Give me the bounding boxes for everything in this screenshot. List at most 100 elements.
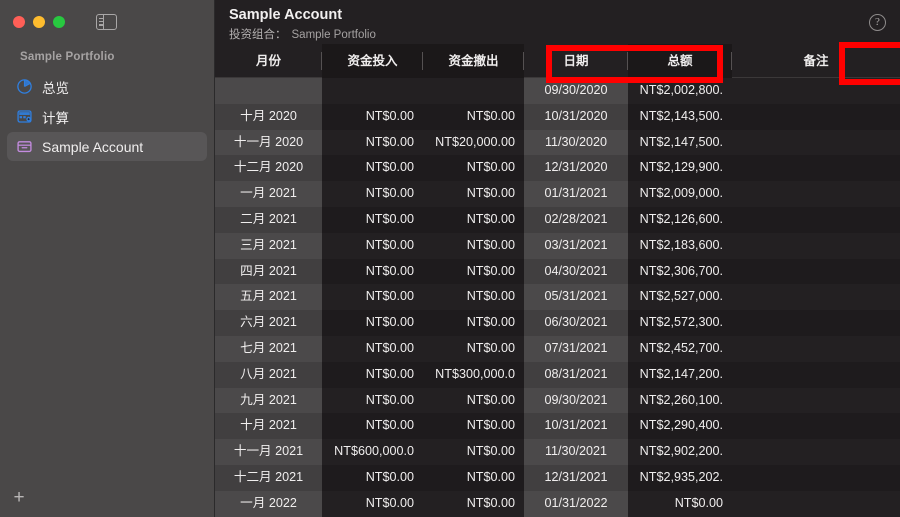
cell-in[interactable]: NT$0.00 bbox=[322, 129, 423, 156]
cell-in[interactable]: NT$0.00 bbox=[322, 310, 423, 336]
cell-date[interactable]: 04/30/2021 bbox=[524, 259, 628, 285]
table-row[interactable]: 十一月 2020 NT$0.00 NT$20,000.00 11/30/2020 NT$… bbox=[215, 129, 900, 156]
table-row[interactable]: 十二月 2020 NT$0.00 NT$0.00 12/31/2020 NT$2,129… bbox=[215, 155, 900, 182]
table-row[interactable]: 四月 2021 NT$0.00 NT$0.00 04/30/2021 NT$2,306,… bbox=[215, 258, 900, 285]
column-header-total[interactable]: 总额 bbox=[628, 43, 732, 78]
cell-in[interactable]: NT$0.00 bbox=[322, 413, 423, 440]
cell-total[interactable]: NT$2,002,800. bbox=[628, 78, 732, 104]
table-row[interactable]: 十二月 2021 NT$0.00 NT$0.00 12/31/2021 NT$2,935… bbox=[215, 464, 900, 491]
cell-total[interactable]: NT$2,902,200. bbox=[628, 439, 732, 465]
cell-date[interactable]: 12/31/2021 bbox=[524, 465, 628, 491]
cell-out[interactable]: NT$0.00 bbox=[423, 387, 524, 414]
cell-out[interactable]: NT$0.00 bbox=[423, 284, 524, 311]
table-row[interactable]: 十月 2021 NT$0.00 NT$0.00 10/31/2021 NT$2,290,… bbox=[215, 413, 900, 440]
cell-total[interactable]: NT$2,143,500. bbox=[628, 103, 732, 130]
column-header-notes[interactable]: 备注 bbox=[732, 44, 900, 78]
cell-in[interactable]: NT$0.00 bbox=[322, 335, 423, 362]
cell-notes[interactable] bbox=[732, 78, 900, 104]
cell-month[interactable] bbox=[215, 78, 322, 104]
cell-total[interactable]: NT$2,290,400. bbox=[628, 413, 732, 440]
cell-total[interactable]: NT$2,527,000. bbox=[628, 284, 732, 311]
cell-out[interactable]: NT$0.00 bbox=[423, 155, 524, 182]
cell-in[interactable]: NT$0.00 bbox=[322, 284, 423, 311]
cell-notes[interactable] bbox=[732, 439, 900, 465]
cell-date[interactable]: 09/30/2021 bbox=[524, 388, 628, 414]
cell-out[interactable]: NT$0.00 bbox=[423, 413, 524, 440]
cell-notes[interactable] bbox=[732, 103, 900, 130]
table-row[interactable]: 五月 2021 NT$0.00 NT$0.00 05/31/2021 NT$2,527,… bbox=[215, 284, 900, 311]
cell-notes[interactable] bbox=[732, 155, 900, 182]
cell-date[interactable]: 12/31/2020 bbox=[524, 155, 628, 181]
table-row[interactable]: 十月 2020 NT$0.00 NT$0.00 10/31/2020 NT$2,143,… bbox=[215, 103, 900, 130]
cell-month[interactable]: 十一月 2020 bbox=[215, 130, 322, 156]
cell-date[interactable]: 10/31/2020 bbox=[524, 104, 628, 130]
cell-out[interactable]: NT$0.00 bbox=[423, 310, 524, 336]
cell-in[interactable]: NT$0.00 bbox=[322, 206, 423, 233]
cell-total[interactable]: NT$2,147,200. bbox=[628, 361, 732, 388]
cell-date[interactable]: 11/30/2021 bbox=[524, 439, 628, 465]
cell-out[interactable] bbox=[423, 78, 524, 104]
cell-notes[interactable] bbox=[732, 335, 900, 362]
sidebar-item-overview[interactable]: 总览 bbox=[7, 72, 207, 101]
cell-notes[interactable] bbox=[732, 206, 900, 233]
cell-in[interactable]: NT$600,000.0 bbox=[322, 439, 423, 465]
cell-in[interactable]: NT$0.00 bbox=[322, 232, 423, 259]
cell-month[interactable]: 六月 2021 bbox=[215, 310, 322, 336]
table-row[interactable]: 一月 2021 NT$0.00 NT$0.00 01/31/2021 NT$2,009,… bbox=[215, 181, 900, 207]
table-row[interactable]: 三月 2021 NT$0.00 NT$0.00 03/31/2021 NT$2,183,… bbox=[215, 232, 900, 259]
table-row[interactable]: 一月 2022 NT$0.00 NT$0.00 01/31/2022 NT$0.00 bbox=[215, 490, 900, 517]
sidebar-toggle-icon[interactable] bbox=[96, 14, 117, 30]
cell-out[interactable]: NT$0.00 bbox=[423, 181, 524, 207]
cell-month[interactable]: 七月 2021 bbox=[215, 336, 322, 362]
cell-out[interactable]: NT$300,000.0 bbox=[423, 361, 524, 388]
cell-date[interactable]: 01/31/2021 bbox=[524, 181, 628, 207]
cell-date[interactable]: 08/31/2021 bbox=[524, 362, 628, 388]
cell-month[interactable]: 三月 2021 bbox=[215, 233, 322, 259]
table-row[interactable]: 八月 2021 NT$0.00 NT$300,000.0 08/31/2021 NT$2… bbox=[215, 361, 900, 388]
cell-notes[interactable] bbox=[732, 129, 900, 156]
cell-notes[interactable] bbox=[732, 284, 900, 311]
cell-notes[interactable] bbox=[732, 490, 900, 517]
cell-total[interactable]: NT$2,260,100. bbox=[628, 387, 732, 414]
cell-out[interactable]: NT$20,000.00 bbox=[423, 129, 524, 156]
cell-total[interactable]: NT$0.00 bbox=[628, 490, 732, 517]
cell-notes[interactable] bbox=[732, 258, 900, 285]
cell-notes[interactable] bbox=[732, 387, 900, 414]
cell-month[interactable]: 十二月 2020 bbox=[215, 155, 322, 181]
cell-date[interactable]: 09/30/2020 bbox=[524, 78, 628, 104]
cell-date[interactable]: 06/30/2021 bbox=[524, 310, 628, 336]
column-header-contributions[interactable]: 资金投入 bbox=[322, 43, 423, 78]
cell-out[interactable]: NT$0.00 bbox=[423, 335, 524, 362]
cell-total[interactable]: NT$2,129,900. bbox=[628, 155, 732, 182]
cell-date[interactable]: 05/31/2021 bbox=[524, 284, 628, 310]
column-header-date[interactable]: 日期 bbox=[524, 44, 628, 78]
sidebar-item-sample-account[interactable]: Sample Account bbox=[7, 132, 207, 161]
help-icon[interactable]: ? bbox=[869, 14, 886, 31]
cell-in[interactable]: NT$0.00 bbox=[322, 464, 423, 491]
cell-out[interactable]: NT$0.00 bbox=[423, 206, 524, 233]
cell-month[interactable]: 十二月 2021 bbox=[215, 465, 322, 491]
add-account-button[interactable]: + bbox=[9, 488, 29, 509]
cell-date[interactable]: 11/30/2020 bbox=[524, 130, 628, 156]
cell-date[interactable]: 07/31/2021 bbox=[524, 336, 628, 362]
zoom-button[interactable] bbox=[53, 16, 65, 28]
sidebar-item-calculate[interactable]: 计算 bbox=[7, 102, 207, 131]
cell-notes[interactable] bbox=[732, 464, 900, 491]
minimize-button[interactable] bbox=[33, 16, 45, 28]
cell-total[interactable]: NT$2,009,000. bbox=[628, 181, 732, 207]
cell-month[interactable]: 四月 2021 bbox=[215, 259, 322, 285]
cell-month[interactable]: 九月 2021 bbox=[215, 388, 322, 414]
table-row[interactable]: 七月 2021 NT$0.00 NT$0.00 07/31/2021 NT$2,452,… bbox=[215, 335, 900, 362]
cell-notes[interactable] bbox=[732, 181, 900, 207]
cell-date[interactable]: 10/31/2021 bbox=[524, 413, 628, 439]
cell-out[interactable]: NT$0.00 bbox=[423, 258, 524, 285]
cell-month[interactable]: 一月 2022 bbox=[215, 491, 322, 517]
column-header-withdrawals[interactable]: 资金撤出 bbox=[423, 43, 524, 78]
table-row[interactable]: 二月 2021 NT$0.00 NT$0.00 02/28/2021 NT$2,126,… bbox=[215, 206, 900, 233]
cell-in[interactable]: NT$0.00 bbox=[322, 155, 423, 182]
cell-out[interactable]: NT$0.00 bbox=[423, 439, 524, 465]
cell-total[interactable]: NT$2,572,300. bbox=[628, 310, 732, 336]
table-row[interactable]: 09/30/2020 NT$2,002,800. bbox=[215, 78, 900, 104]
cell-out[interactable]: NT$0.00 bbox=[423, 103, 524, 130]
cell-total[interactable]: NT$2,183,600. bbox=[628, 232, 732, 259]
